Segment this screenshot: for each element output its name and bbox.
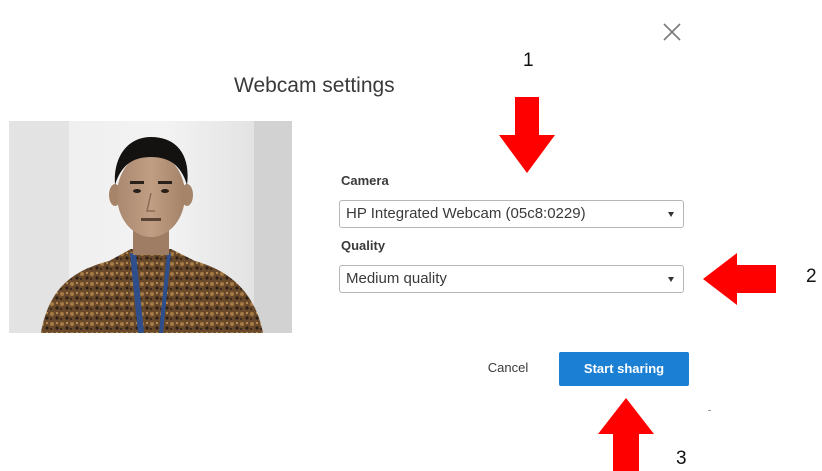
quality-select[interactable]: Medium quality — [339, 265, 684, 293]
camera-select[interactable]: HP Integrated Webcam (05c8:0229) — [339, 200, 684, 228]
chevron-down-icon — [668, 212, 674, 217]
webcam-settings-screen: Webcam settings Camera HP Integrated Web… — [0, 0, 822, 471]
arrow-down-icon — [499, 97, 555, 173]
chevron-down-icon — [668, 277, 674, 282]
close-icon[interactable] — [661, 21, 683, 43]
webcam-preview — [9, 121, 292, 333]
annotation-number-1: 1 — [523, 50, 534, 71]
dialog-title: Webcam settings — [234, 74, 395, 97]
quality-select-value: Medium quality — [346, 270, 447, 287]
divider — [708, 410, 711, 411]
camera-label: Camera — [341, 173, 389, 188]
arrow-up-icon — [598, 398, 654, 471]
annotation-number-3: 3 — [676, 448, 687, 469]
start-sharing-button[interactable]: Start sharing — [559, 352, 689, 386]
arrow-left-icon — [703, 253, 776, 305]
quality-label: Quality — [341, 238, 386, 253]
camera-select-value: HP Integrated Webcam (05c8:0229) — [346, 205, 586, 222]
annotation-number-2: 2 — [806, 266, 817, 287]
cancel-button[interactable]: Cancel — [474, 353, 542, 383]
